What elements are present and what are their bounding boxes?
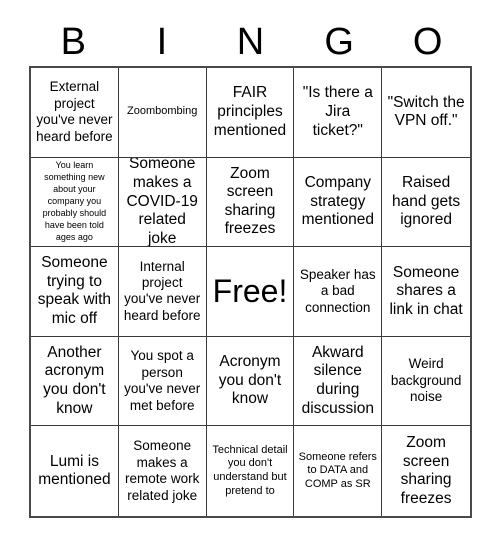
bingo-cell[interactable]: "Switch the VPN off." [382, 68, 470, 158]
bingo-free-cell-text: Free! [212, 272, 288, 309]
bingo-cell-text: Someone trying to speak with mic off [37, 254, 112, 328]
bingo-cell-text: Speaker has a bad connection [299, 266, 376, 315]
bingo-cell[interactable]: Akward silence during discussion [294, 336, 383, 427]
bingo-cell-text: Technical detail you don't understand bu… [212, 443, 288, 497]
bingo-cell[interactable]: You spot a person you've never met befor… [118, 336, 207, 427]
bingo-header-letter-g: G [324, 21, 354, 63]
bingo-cell-text: Zoom screen sharing freezes [400, 433, 452, 507]
bingo-cell-text: Zoombombing [127, 105, 198, 118]
bingo-cell-text: Company strategy mentioned [301, 174, 374, 229]
bingo-header-letter-i: I [156, 21, 168, 63]
bingo-cell-text: Someone refers to DATA and COMP as SR [298, 450, 377, 491]
bingo-cell[interactable]: Another acronym you don't know [31, 336, 119, 427]
bingo-cell[interactable]: Zoombombing [118, 68, 207, 158]
bingo-cell-text: Someone shares a link in chat [389, 263, 463, 318]
bingo-cell[interactable]: Someone makes a remote work related joke [118, 426, 207, 516]
bingo-cell[interactable]: Zoom screen sharing freezes [206, 157, 295, 248]
bingo-cell-text: Weird background noise [390, 356, 462, 405]
bingo-cell[interactable]: Acronym you don't know [206, 336, 295, 427]
bingo-cell-text: "Switch the VPN off." [387, 93, 465, 130]
bingo-cell[interactable]: External project you've never heard befo… [31, 68, 119, 158]
bingo-cell[interactable]: Someone refers to DATA and COMP as SR [294, 426, 383, 516]
bingo-header-letter-b: B [60, 21, 86, 63]
bingo-cell[interactable]: Company strategy mentioned [294, 157, 383, 248]
bingo-cell[interactable]: Someone makes a COVID-19 related joke [118, 157, 207, 248]
bingo-cell-text: External project you've never heard befo… [36, 79, 113, 144]
bingo-grid: External project you've never heard befo… [29, 66, 472, 518]
bingo-cell[interactable]: Technical detail you don't understand bu… [206, 426, 295, 516]
bingo-cell[interactable]: Speaker has a bad connection [294, 247, 383, 337]
bingo-header-row: B I N G O [29, 18, 472, 66]
bingo-cell[interactable]: Someone trying to speak with mic off [31, 247, 119, 337]
bingo-cell-text: You spot a person you've never met befor… [124, 348, 201, 413]
bingo-cell[interactable]: You learn something new about your compa… [31, 157, 119, 248]
bingo-cell-text: Someone makes a remote work related joke [125, 438, 200, 503]
bingo-cell-text: Someone makes a COVID-19 related joke [126, 157, 198, 247]
bingo-cell-text: FAIR principles mentioned [213, 84, 287, 139]
bingo-cell[interactable]: "Is there a Jira ticket?" [294, 68, 383, 158]
bingo-card: B I N G O External project you've never … [29, 18, 472, 518]
bingo-cell[interactable]: Internal project you've never heard befo… [118, 247, 207, 337]
bingo-cell-text: Another acronym you don't know [43, 343, 106, 417]
bingo-header-letter-n: N [236, 21, 265, 63]
bingo-cell-text: Raised hand gets ignored [392, 174, 461, 229]
bingo-cell[interactable]: Lumi is mentioned [31, 426, 119, 516]
bingo-cell[interactable]: FAIR principles mentioned [206, 68, 295, 158]
bingo-free-cell[interactable]: Free! [206, 247, 295, 337]
bingo-cell-text: Acronym you don't know [218, 353, 282, 408]
bingo-cell-text: You learn something new about your compa… [42, 160, 107, 242]
bingo-cell-text: Internal project you've never heard befo… [123, 258, 201, 323]
bingo-cell-text: "Is there a Jira ticket?" [302, 84, 373, 139]
bingo-cell[interactable]: Zoom screen sharing freezes [382, 426, 470, 516]
bingo-cell-text: Zoom screen sharing freezes [224, 164, 276, 238]
bingo-cell[interactable]: Weird background noise [382, 336, 470, 427]
bingo-cell[interactable]: Someone shares a link in chat [382, 247, 470, 337]
bingo-cell-text: Lumi is mentioned [38, 452, 111, 489]
bingo-header-letter-o: O [412, 21, 443, 63]
bingo-cell[interactable]: Raised hand gets ignored [382, 157, 470, 248]
bingo-cell-text: Akward silence during discussion [301, 343, 374, 417]
